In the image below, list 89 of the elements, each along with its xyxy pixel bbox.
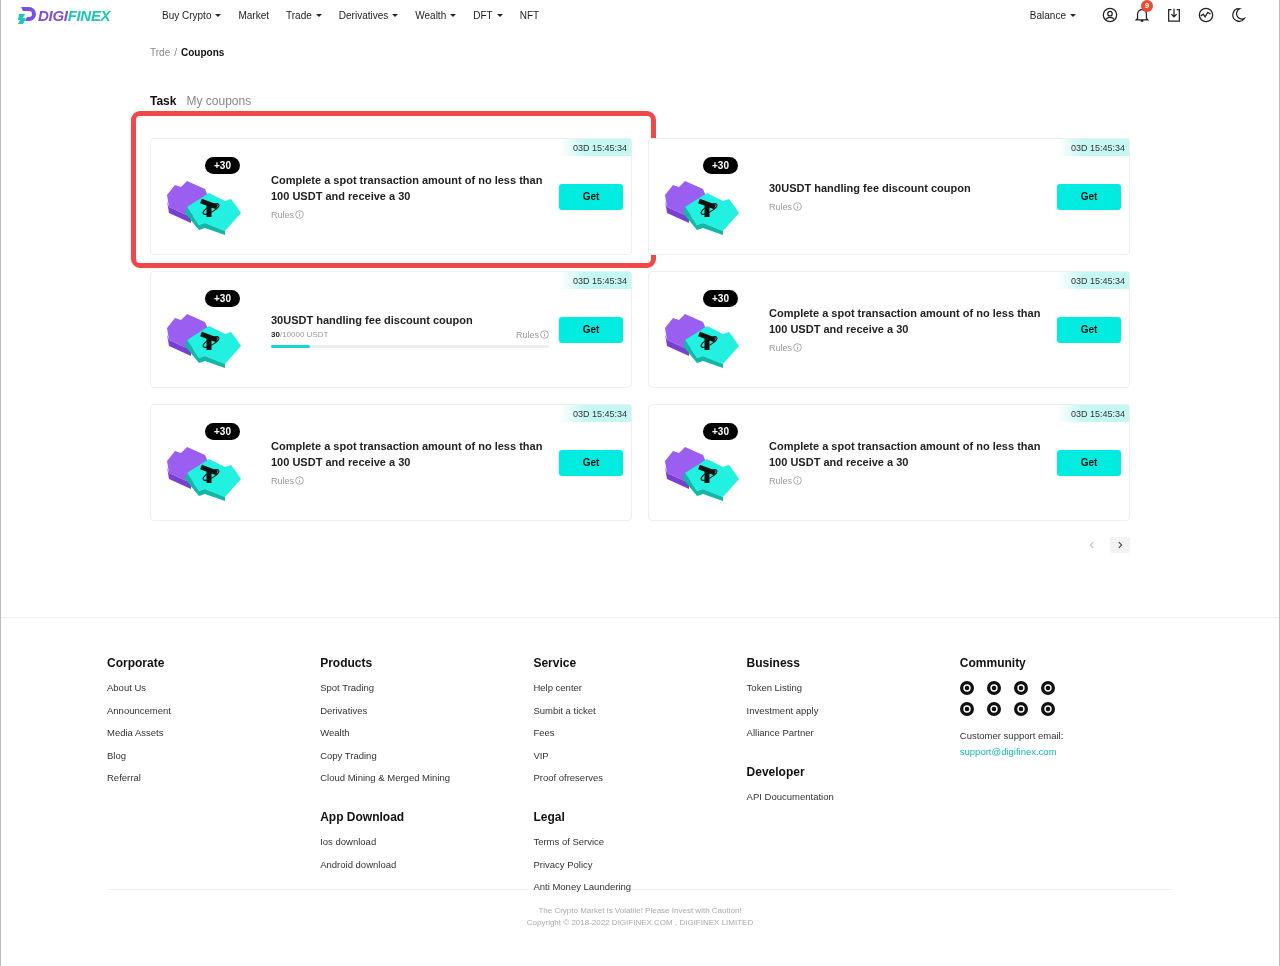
tab[interactable]: My coupons	[186, 94, 252, 108]
info-icon	[793, 476, 802, 485]
footer-link[interactable]: API Doucumentation	[746, 785, 960, 809]
task-title: Complete a spot transaction amount of no less than 100 USDT and receive a 30	[271, 172, 544, 204]
footer-link[interactable]: Investment apply	[746, 699, 960, 723]
countdown-timer: 03D 15:45:34	[558, 405, 631, 422]
footer-link[interactable]: Ios download	[320, 830, 534, 854]
get-button[interactable]: Get	[559, 449, 623, 476]
tab[interactable]: Task	[150, 94, 177, 108]
footer-link[interactable]: About Us	[107, 677, 321, 700]
countdown-timer: 03D 15:45:34	[1056, 139, 1129, 156]
balance-menu[interactable]: Balance	[1029, 9, 1076, 21]
footer-link[interactable]: Wealth	[320, 722, 534, 745]
footer-link[interactable]: Proof ofreserves	[533, 767, 747, 790]
info-icon	[793, 343, 802, 352]
get-button[interactable]: Get	[1057, 183, 1121, 210]
nav-menu-item[interactable]: Derivatives	[338, 9, 399, 21]
task-title: Complete a spot transaction amount of no less than 100 USDT and receive a 30	[271, 438, 544, 470]
bell-icon[interactable]	[1134, 7, 1150, 23]
footer-link[interactable]: Announcement	[107, 699, 321, 723]
nav-menu-item[interactable]: Market	[238, 9, 270, 21]
disclaimer-text: The Crypto Market is Volatile! Please Invest with Caution!	[537, 905, 743, 917]
footer-link[interactable]: Media Assets	[107, 722, 321, 745]
footer-link[interactable]: Help center	[533, 677, 747, 700]
user-icon[interactable]	[1102, 7, 1118, 23]
copyright-text: Copyright © 2018-2022 DIGIFINEX.COM , DIGIFINEX LIMITED	[525, 917, 755, 929]
footer-link[interactable]: Terms of Service	[533, 830, 747, 854]
footer-link[interactable]: Derivatives	[320, 699, 534, 723]
footer-link[interactable]: Alliance Partner	[746, 722, 960, 745]
footer-heading: Corporate	[107, 656, 166, 670]
task-title: 30USDT handling fee discount coupon	[769, 180, 972, 196]
nav-menu-item[interactable]: NFT	[519, 9, 540, 21]
breadcrumb-separator: /	[174, 47, 177, 58]
footer-link[interactable]: Sumbit a ticket	[533, 699, 747, 723]
reward-badge: +30	[703, 156, 738, 174]
logo-text[interactable]: DIGIFINEX	[38, 6, 111, 24]
nav-menu-item[interactable]: Wealth	[415, 9, 457, 21]
footer-heading: Products	[320, 656, 374, 670]
task-title: Complete a spot transaction amount of no less than 100 USDT and receive a 30	[769, 438, 1042, 470]
reward-badge: +30	[205, 156, 240, 174]
footer-link[interactable]: Privacy Policy	[533, 853, 747, 877]
notification-badge: 9	[1141, 0, 1153, 12]
progress-text: 30/10000 USDT	[271, 330, 329, 339]
reward-badge: +30	[205, 289, 240, 307]
reward-badge: +30	[205, 422, 240, 440]
task-title: 30USDT handling fee discount coupon	[271, 312, 474, 328]
logo-icon	[17, 5, 37, 25]
footer-link[interactable]: Cloud Mining & Merged Mining	[320, 767, 534, 790]
nav-menu-item[interactable]: Buy Crypto	[162, 9, 222, 21]
download-icon[interactable]	[1166, 7, 1182, 23]
info-icon	[295, 476, 304, 485]
get-button[interactable]: Get	[1057, 316, 1121, 343]
footer-link[interactable]: Blog	[107, 744, 321, 768]
nav-menu-item[interactable]: Trade	[286, 9, 322, 21]
chevron-left-icon	[1088, 541, 1096, 549]
footer-heading: App Download	[320, 809, 406, 824]
footer-heading: Community	[959, 656, 1027, 670]
get-button[interactable]: Get	[559, 183, 623, 210]
footer-heading: Legal	[533, 809, 566, 824]
countdown-timer: 03D 15:45:34	[558, 139, 631, 156]
footer-link[interactable]: VIP	[533, 744, 747, 768]
moon-icon[interactable]	[1230, 7, 1246, 23]
chevron-right-icon	[1116, 541, 1124, 549]
countdown-timer: 03D 15:45:34	[1056, 272, 1129, 289]
footer-link[interactable]: Anti Money Laundering	[533, 876, 747, 899]
support-email-label: Customer support email:	[959, 730, 1065, 741]
breadcrumb-current: Coupons	[181, 47, 225, 58]
countdown-timer: 03D 15:45:34	[1056, 405, 1129, 422]
breadcrumb-link[interactable]: Trde	[150, 47, 171, 58]
info-icon	[793, 202, 802, 211]
footer-heading: Business	[746, 656, 801, 670]
footer-link[interactable]: Android download	[320, 853, 534, 877]
reward-badge: +30	[703, 422, 738, 440]
footer-link[interactable]: Token Listing	[746, 677, 960, 700]
get-button[interactable]: Get	[559, 316, 623, 343]
info-icon	[540, 330, 549, 339]
info-icon	[295, 210, 304, 219]
footer-link[interactable]: Copy Trading	[320, 744, 534, 768]
next-page-button[interactable]	[1110, 537, 1130, 553]
footer-link[interactable]: Spot Trading	[320, 677, 534, 700]
footer-heading: Developer	[746, 764, 806, 779]
countdown-timer: 03D 15:45:34	[558, 272, 631, 289]
get-button[interactable]: Get	[1057, 449, 1121, 476]
nav-menu-item[interactable]: DFT	[473, 9, 503, 21]
footer-heading: Service	[533, 656, 578, 670]
task-title: Complete a spot transaction amount of no less than 100 USDT and receive a 30	[769, 305, 1042, 337]
footer-link[interactable]: Fees	[533, 722, 747, 745]
footer-link[interactable]: Referral	[107, 767, 321, 790]
reward-badge: +30	[703, 289, 738, 307]
